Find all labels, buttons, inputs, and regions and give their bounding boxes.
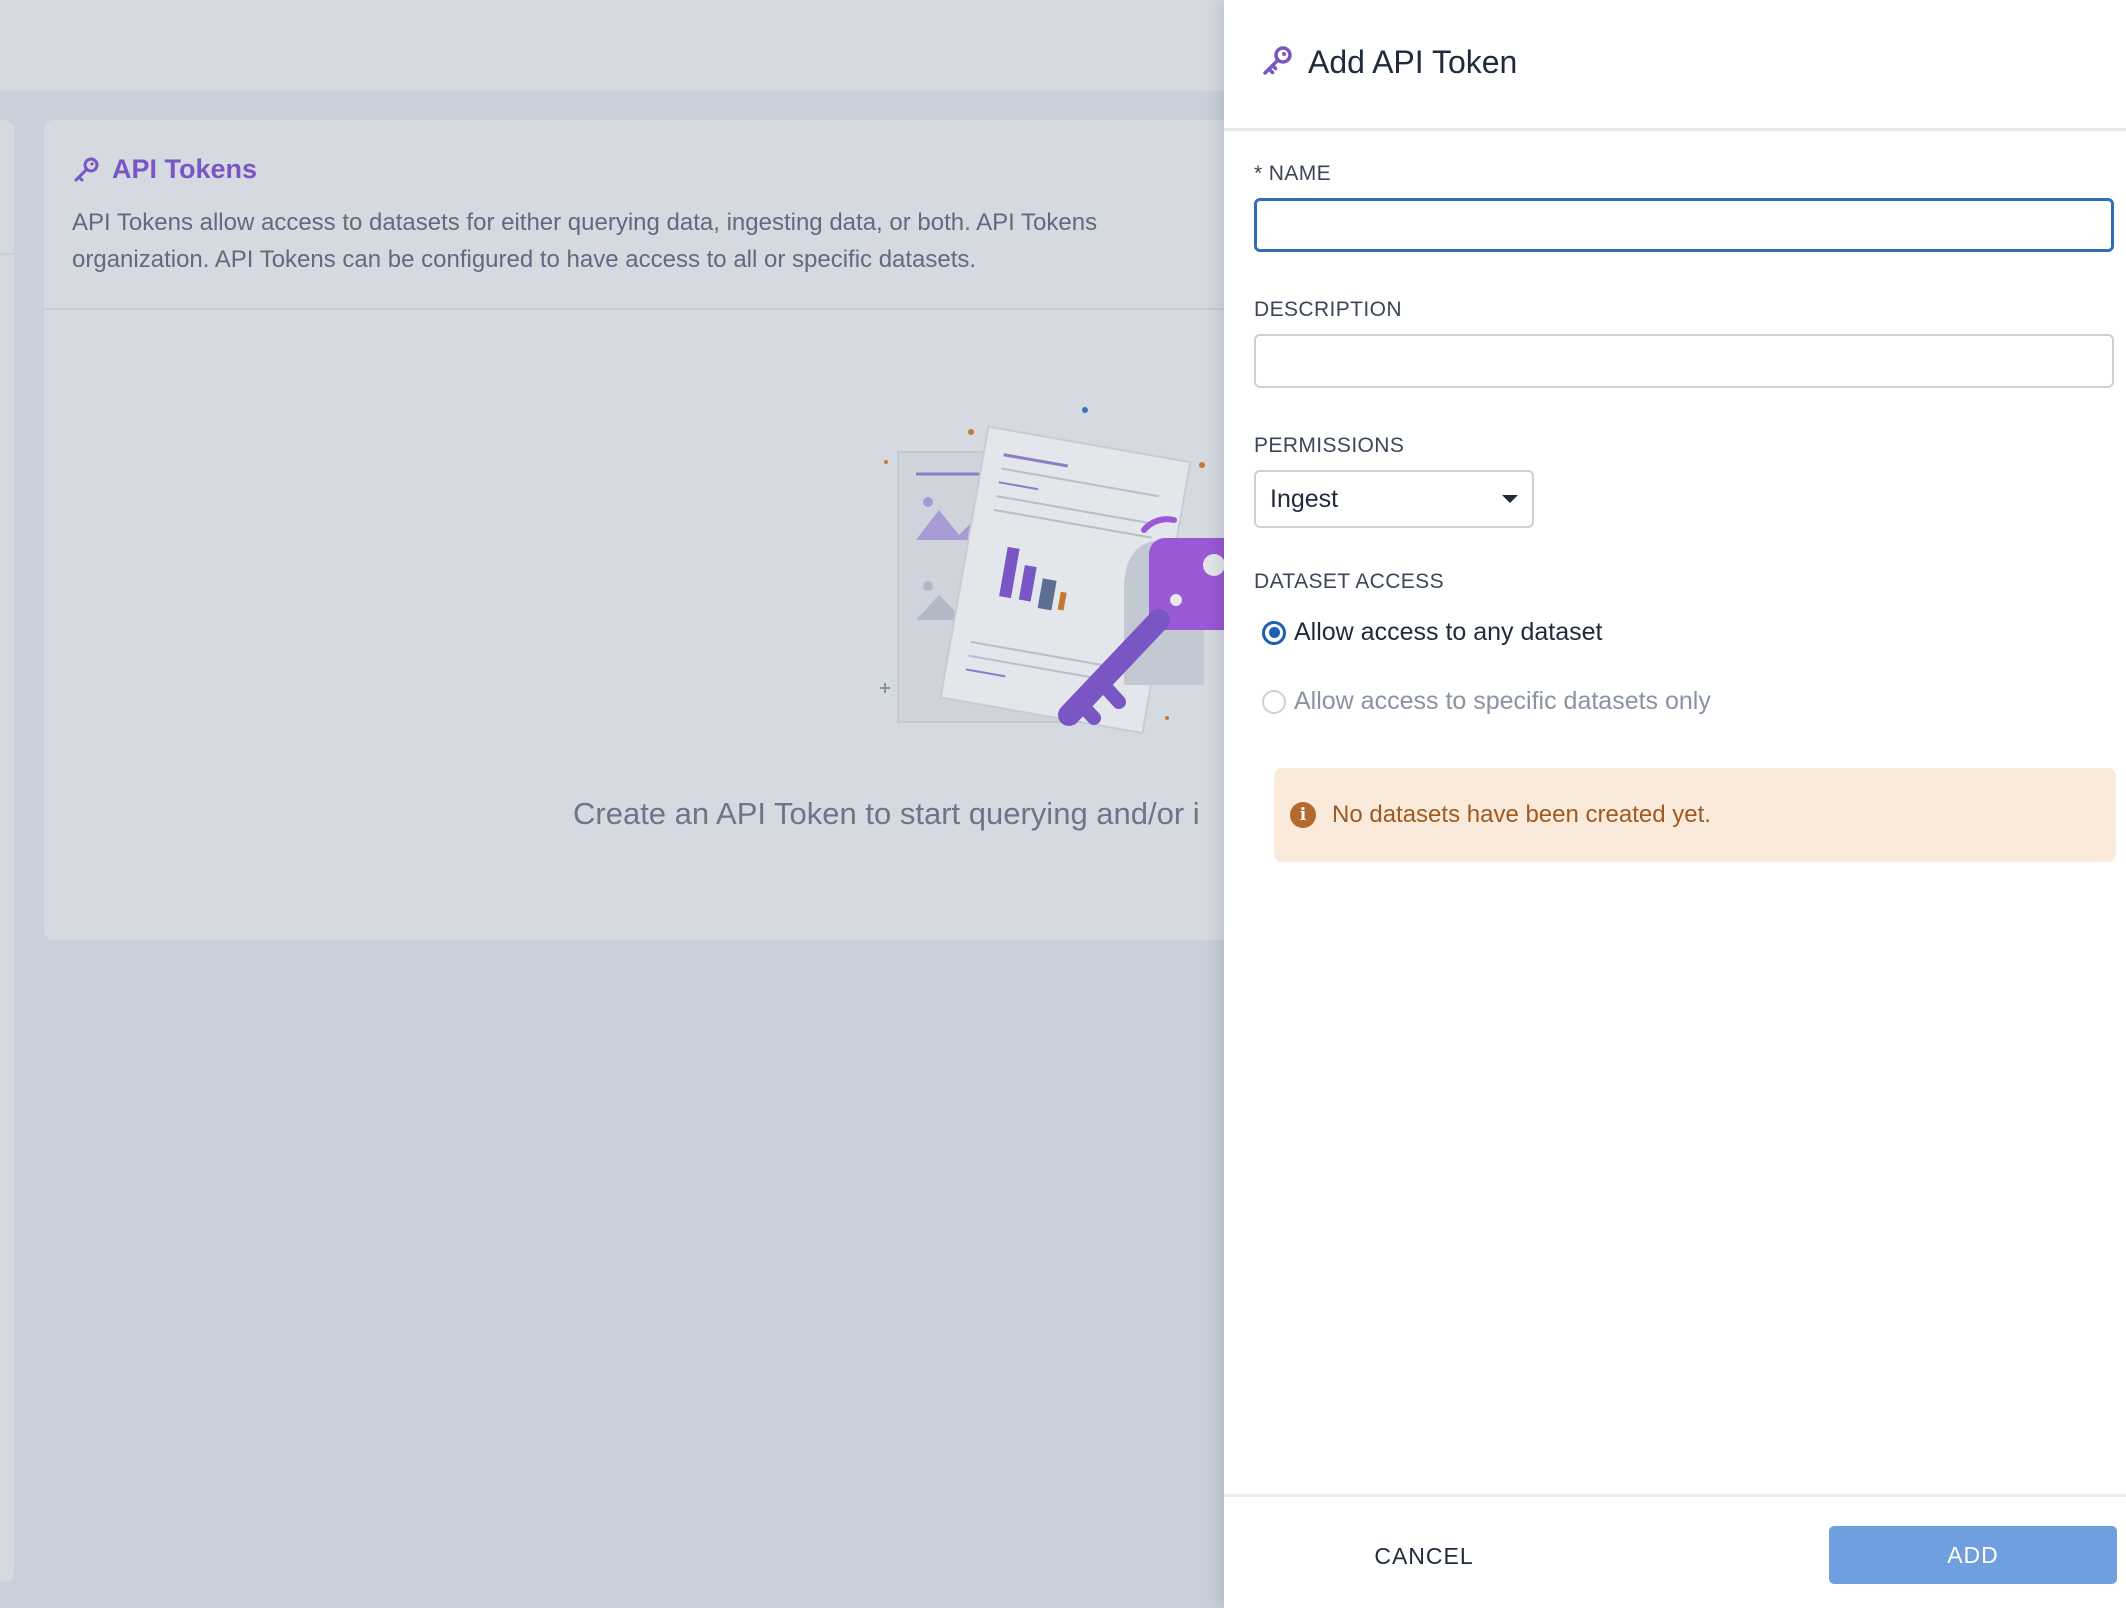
description-label: DESCRIPTION	[1254, 298, 1402, 321]
permissions-label: PERMISSIONS	[1254, 434, 1405, 457]
drawer-title: Add API Token	[1308, 44, 1518, 80]
radio-button-selected[interactable]	[1262, 620, 1286, 645]
permissions-selected-value: Ingest	[1270, 484, 1339, 513]
api-tokens-card: API Tokens API Tokens allow access to da…	[44, 120, 1234, 940]
radio-specific-datasets-label: Allow access to specific datasets only	[1294, 687, 1711, 715]
app-header	[0, 0, 1224, 92]
permissions-select[interactable]: Ingest	[1254, 470, 1534, 528]
info-icon: i	[1290, 802, 1316, 828]
card-header: API Tokens	[72, 154, 257, 185]
radio-button-unselected[interactable]	[1262, 689, 1286, 714]
alert-text: No datasets have been created yet.	[1332, 801, 1711, 828]
description-input[interactable]	[1254, 334, 2114, 388]
radio-any-dataset-label: Allow access to any dataset	[1294, 618, 1603, 646]
dataset-access-label: DATASET ACCESS	[1254, 570, 1444, 593]
key-icon	[1263, 46, 1292, 75]
chevron-down-icon	[1502, 495, 1518, 503]
add-api-token-drawer: Add API Token * NAME DESCRIPTION PERMISS…	[1224, 0, 2126, 1608]
empty-state-message: Create an API Token to start querying an…	[573, 796, 1200, 831]
no-datasets-alert: i No datasets have been created yet.	[1274, 768, 2116, 862]
key-icon	[74, 157, 99, 181]
name-label: * NAME	[1254, 162, 1332, 185]
footer-divider	[1224, 1494, 2126, 1497]
radio-specific-datasets[interactable]: Allow access to specific datasets only	[1262, 687, 1711, 716]
left-sidebar	[0, 120, 14, 1582]
add-button[interactable]: ADD	[1829, 1526, 2117, 1584]
card-divider	[44, 308, 1234, 310]
cancel-button[interactable]: CANCEL	[1304, 1528, 1544, 1584]
drawer-header: Add API Token	[1224, 0, 2126, 131]
empty-state-illustration	[880, 407, 1234, 735]
name-input[interactable]	[1254, 198, 2114, 252]
radio-any-dataset[interactable]: Allow access to any dataset	[1262, 618, 1603, 647]
card-description: API Tokens allow access to datasets for …	[72, 209, 1098, 273]
card-title: API Tokens	[112, 154, 258, 184]
